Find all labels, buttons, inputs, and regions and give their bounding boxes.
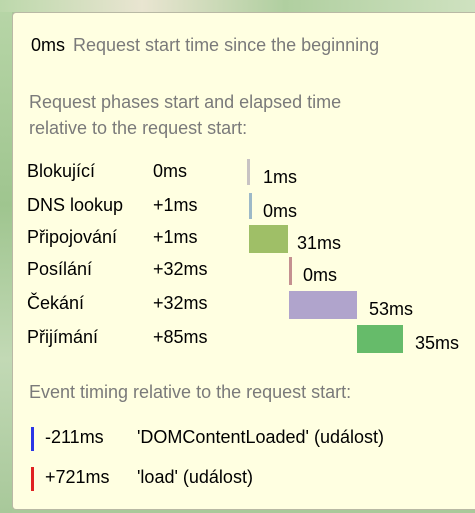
event-time: +721ms bbox=[45, 467, 110, 487]
phases-heading: Request phases start and elapsed time re… bbox=[29, 89, 341, 141]
event-label: 'load' (událost) bbox=[137, 467, 253, 487]
phase-start: +1ms bbox=[153, 227, 198, 247]
phase-row-connect: Připojování +1ms 31ms bbox=[27, 225, 467, 255]
phase-bar bbox=[247, 159, 250, 185]
events-heading: Event timing relative to the request sta… bbox=[29, 382, 352, 402]
request-start-value: 0ms bbox=[31, 35, 66, 55]
phase-bar bbox=[289, 257, 292, 285]
phase-duration: 35ms bbox=[415, 333, 460, 353]
phase-duration: 53ms bbox=[369, 299, 414, 319]
event-row-load: +721ms 'load' (událost) bbox=[27, 465, 467, 493]
phase-bar bbox=[249, 225, 288, 253]
phase-duration: 31ms bbox=[297, 233, 342, 253]
phase-start: +1ms bbox=[153, 195, 198, 215]
phase-name: Čekání bbox=[27, 293, 85, 313]
phase-name: Blokující bbox=[27, 161, 96, 181]
phase-row-receive: Přijímání +85ms 35ms bbox=[27, 325, 467, 355]
phase-start: +32ms bbox=[153, 259, 208, 279]
event-row-domcontentloaded: -211ms 'DOMContentLoaded' (událost) bbox=[27, 425, 467, 453]
phase-bar bbox=[357, 325, 403, 353]
phase-row-send: Posílání +32ms 0ms bbox=[27, 257, 467, 287]
timing-tooltip: 0ms Request start time since the beginnin… bbox=[12, 12, 475, 510]
phase-duration: 0ms bbox=[263, 201, 298, 221]
map-background-top bbox=[0, 0, 475, 12]
phases-heading-line1: Request phases start and elapsed time bbox=[29, 92, 342, 112]
event-time: -211ms bbox=[45, 427, 104, 447]
map-background-left bbox=[0, 0, 12, 513]
phase-start: +32ms bbox=[153, 293, 208, 313]
event-label: 'DOMContentLoaded' (událost) bbox=[137, 427, 385, 447]
phase-start: +85ms bbox=[153, 327, 208, 347]
phases-heading-line2: relative to the request start: bbox=[29, 118, 248, 138]
phase-name: Přijímání bbox=[27, 327, 99, 347]
phase-bar bbox=[289, 291, 357, 319]
phase-row-wait: Čekání +32ms 53ms bbox=[27, 291, 467, 321]
request-start-row: 0ms Request start time since the beginnin… bbox=[31, 35, 379, 56]
phase-name: DNS lookup bbox=[27, 195, 124, 215]
phase-name: Posílání bbox=[27, 259, 93, 279]
phase-bar bbox=[249, 193, 252, 219]
phase-row-blocking: Blokující 0ms 1ms bbox=[27, 159, 467, 189]
event-marker bbox=[31, 467, 34, 491]
event-marker bbox=[31, 427, 34, 451]
phase-duration: 0ms bbox=[303, 265, 338, 285]
phase-name: Připojování bbox=[27, 227, 118, 247]
phase-start: 0ms bbox=[153, 161, 188, 181]
phase-row-dns: DNS lookup +1ms 0ms bbox=[27, 193, 467, 223]
phase-duration: 1ms bbox=[263, 167, 298, 187]
request-start-description: Request start time since the beginning bbox=[73, 35, 380, 55]
